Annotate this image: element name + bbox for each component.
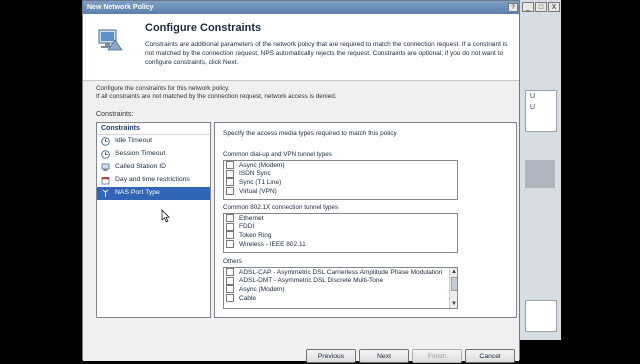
list-item[interactable]: ADSL-DMT - Asymmetric DSL Discrete Multi… [224,276,457,286]
scroll-up-icon[interactable]: ▲ [451,269,457,275]
intro-text: Configure the constraints for this netwo… [96,85,496,101]
list-item[interactable]: Cable [224,294,457,303]
8021x-list: Ethernet FDDI Token Ring Wireless - IEEE… [223,213,458,253]
constraint-item-nas-port-type[interactable]: NAS Port Type [97,187,210,200]
list-item[interactable]: Virtual (VPN) [224,187,457,196]
checkbox[interactable] [226,268,234,277]
others-list-scrollbar[interactable]: ▲ ▼ [449,268,457,308]
checkbox[interactable] [226,161,234,170]
finish-button[interactable]: Finish [412,349,462,363]
list-item-label: ADSL-DMT - Asymmetric DSL Discrete Multi… [239,277,384,285]
cancel-button[interactable]: Cancel [465,349,515,363]
calendar-icon [101,177,110,185]
dialup-vpn-group-label: Common dial-up and VPN tunnel types [223,151,332,158]
checkbox[interactable] [226,285,234,294]
list-item-label: Sync (T1 Line) [239,178,282,186]
checkbox[interactable] [226,231,234,240]
checkbox[interactable] [226,214,234,223]
constraints-label: Constraints: [96,111,134,118]
background-list-item: U [530,93,536,100]
dialup-vpn-list: Async (Modem) ISDN Sync Sync (T1 Line) V… [223,160,458,200]
constraint-details-panel: Specify the access media types required … [214,122,517,318]
list-item-label: ADSL-CAP - Asymmetric DSL Carrierless Am… [239,268,443,276]
checkbox[interactable] [226,169,234,178]
constraint-item-label: Called Station ID [115,163,167,170]
list-item-label: ISDN Sync [239,170,271,178]
constraint-item-day-and-time[interactable]: Day and time restrictions [97,174,210,187]
details-intro: Specify the access media types required … [223,130,397,137]
checkbox[interactable] [226,294,234,303]
others-list: ADSL-CAP - Asymmetric DSL Carrierless Am… [223,267,458,309]
list-item-label: Cable [239,294,256,302]
constraints-list: Constraints Idle Timeout Session Timeout… [96,122,211,318]
checkbox[interactable] [226,178,234,187]
previous-button[interactable]: Previous [306,349,356,363]
help-button[interactable]: ? [508,3,518,12]
list-item[interactable]: ISDN Sync [224,169,457,179]
outer-minimize-button[interactable]: _ [522,2,534,12]
outer-close-button[interactable]: X [548,2,560,12]
network-policy-icon [98,29,123,51]
clock-icon [101,150,110,159]
list-item[interactable]: Sync (T1 Line) [224,178,457,187]
next-button[interactable]: Next [359,349,409,363]
constraints-list-header: Constraints [97,123,210,135]
constraint-item-label: Idle Timeout [115,137,153,144]
list-item[interactable]: Async (Modem) [224,285,457,294]
checkbox[interactable] [226,240,234,249]
intro-line: If all constraints are not matched by th… [96,93,337,100]
background-panel [525,160,555,188]
others-group-label: Others [223,258,242,265]
constraint-item-label: Session Timeout [115,150,166,157]
list-item[interactable]: Token Ring [224,231,457,240]
checkbox[interactable] [226,222,234,231]
8021x-group-label: Common 802.1X connection tunnel types [223,204,339,211]
dialog-title: New Network Policy [83,1,519,14]
constraint-item-label: Day and time restrictions [115,176,190,183]
list-item-label: Token Ring [239,231,272,239]
station-icon [101,163,110,171]
constraint-item-session-timeout[interactable]: Session Timeout [97,148,210,161]
list-item-label: Wireless - IEEE 802.11 [239,240,306,248]
list-item-label: Ethernet [239,214,264,222]
scroll-down-icon[interactable]: ▼ [451,301,457,307]
list-item[interactable]: Async (Modem) [224,161,457,170]
checkbox[interactable] [226,187,234,196]
checkbox[interactable] [226,276,234,285]
list-item-label: Async (Modem) [239,161,285,169]
intro-line: Configure the constraints for this netwo… [96,85,230,92]
constraint-item-idle-timeout[interactable]: Idle Timeout [97,135,210,148]
mouse-cursor-icon [161,209,170,223]
constraint-item-called-station-id[interactable]: Called Station ID [97,161,210,174]
constraint-item-label: NAS Port Type [115,189,160,196]
clock-icon [101,137,110,146]
outer-maximize-button[interactable]: □ [535,2,547,12]
background-list-item: U [530,104,536,111]
port-icon [102,189,109,197]
list-item-label: FDDI [239,223,255,231]
wizard-footer: Previous Next Finish Cancel [83,341,519,363]
scroll-thumb[interactable] [451,277,457,291]
background-panel-lower [525,300,557,332]
new-network-policy-dialog: New Network Policy ? Configure Constrain… [82,0,520,363]
list-item[interactable]: FDDI [224,222,457,232]
wizard-header: Configure Constraints Constraints are ad… [83,14,519,81]
page-title: Configure Constraints [145,22,262,34]
background-list: U U [525,90,557,132]
list-item[interactable]: ADSL-CAP - Asymmetric DSL Carrierless Am… [224,268,457,277]
page-description: Constraints are additional parameters of… [145,41,508,66]
list-item[interactable]: Ethernet [224,214,457,223]
list-item-label: Async (Modem) [239,285,285,293]
list-item[interactable]: Wireless - IEEE 802.11 [224,240,457,249]
list-item-label: Virtual (VPN) [239,187,277,195]
